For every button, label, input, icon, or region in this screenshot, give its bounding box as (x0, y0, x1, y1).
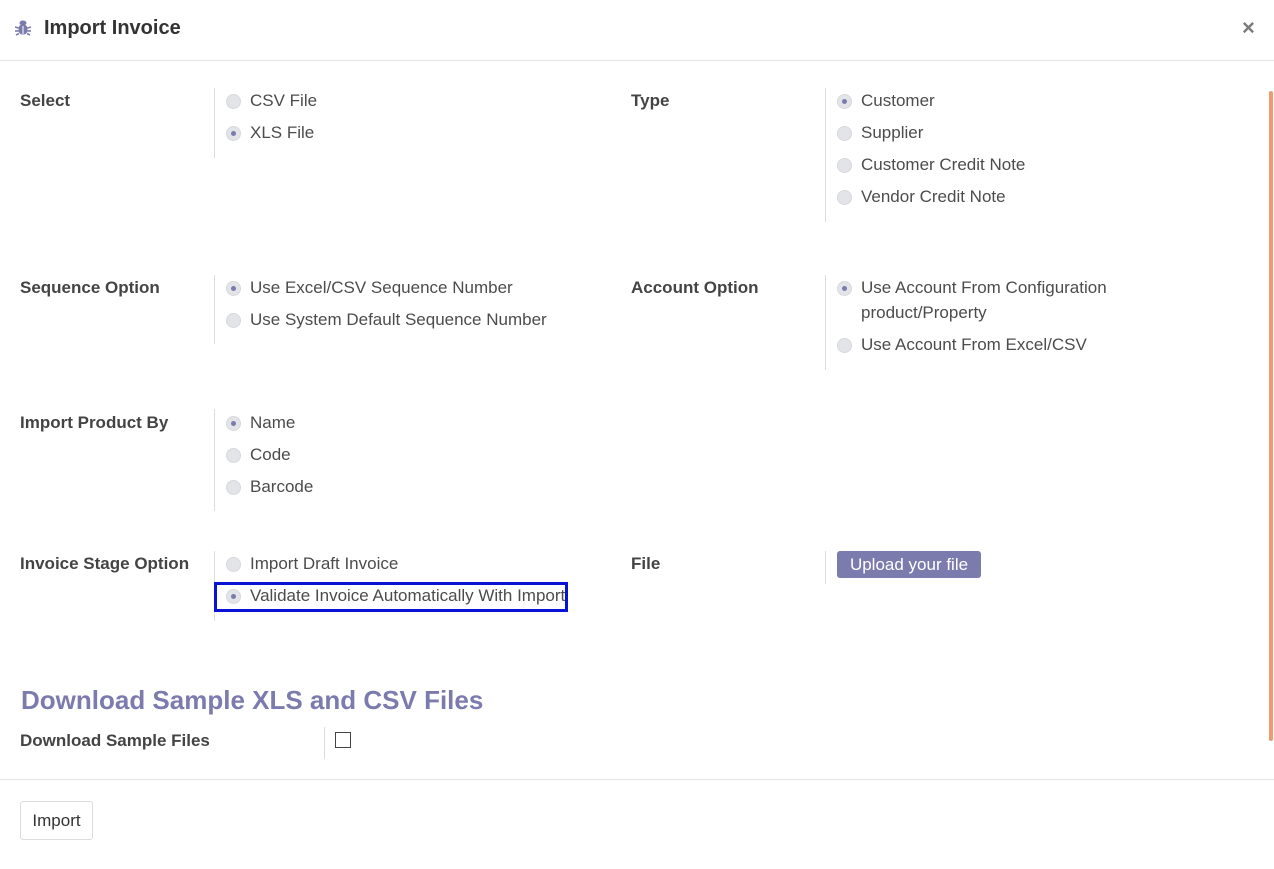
radio-button[interactable] (226, 313, 241, 328)
radio-label: Customer (861, 91, 935, 110)
radio-button-selected[interactable] (226, 416, 241, 431)
radio-label: Use Account From Excel/CSV (861, 335, 1087, 354)
radio-button-selected[interactable] (226, 281, 241, 296)
download-sample-checkbox[interactable] (335, 732, 351, 748)
account-option-label: Account Option (631, 278, 759, 297)
radio-button-selected[interactable] (837, 94, 852, 109)
radio-csv-file[interactable]: CSV File (226, 91, 317, 113)
separator (825, 88, 826, 222)
separator (324, 727, 325, 759)
radio-label: Import Draft Invoice (250, 554, 399, 573)
radio-label: Customer Credit Note (861, 155, 1026, 174)
dialog-title: Import Invoice (44, 17, 181, 39)
download-sample-files-label: Download Sample Files (20, 731, 210, 750)
highlight-box (214, 582, 568, 612)
radio-button-selected[interactable] (226, 126, 241, 141)
radio-supplier[interactable]: Supplier (837, 123, 923, 145)
scrollbar[interactable] (1269, 91, 1273, 741)
radio-label: Barcode (250, 477, 314, 496)
separator (214, 275, 215, 344)
select-label: Select (20, 91, 71, 110)
radio-label: Use System Default Sequence Number (250, 310, 547, 329)
radio-button[interactable] (837, 338, 852, 353)
radio-button[interactable] (226, 557, 241, 572)
import-button[interactable]: Import (20, 801, 93, 840)
radio-button-selected[interactable] (837, 281, 852, 296)
section-title: Download Sample XLS and CSV Files (21, 685, 484, 715)
type-label: Type (631, 91, 670, 110)
separator (825, 551, 826, 584)
separator (214, 409, 215, 511)
sequence-option-label: Sequence Option (20, 278, 160, 297)
radio-button[interactable] (226, 448, 241, 463)
dialog-header: Import Invoice × (0, 0, 1274, 61)
radio-label: Use Excel/CSV Sequence Number (250, 278, 513, 297)
radio-label: CSV File (250, 91, 318, 110)
radio-import-draft[interactable]: Import Draft Invoice (226, 554, 398, 576)
radio-label: Code (250, 445, 291, 464)
radio-label: Use Account From Configuration product/P… (861, 278, 1107, 322)
radio-label: Supplier (861, 123, 924, 142)
radio-label: XLS File (250, 123, 315, 142)
radio-product-barcode[interactable]: Barcode (226, 477, 313, 499)
file-label: File (631, 554, 661, 573)
separator (214, 88, 215, 158)
radio-account-excel[interactable]: Use Account From Excel/CSV (837, 335, 1087, 357)
invoice-stage-option-label: Invoice Stage Option (20, 554, 190, 573)
import-product-by-label: Import Product By (20, 413, 169, 432)
close-icon[interactable]: × (1242, 14, 1255, 42)
radio-button[interactable] (837, 126, 852, 141)
radio-customer-credit-note[interactable]: Customer Credit Note (837, 155, 1025, 177)
radio-label: Name (250, 413, 296, 432)
radio-vendor-credit-note[interactable]: Vendor Credit Note (837, 187, 1006, 209)
upload-file-button[interactable]: Upload your file (837, 551, 981, 578)
footer-divider (0, 779, 1274, 780)
radio-customer[interactable]: Customer (837, 91, 935, 113)
radio-button[interactable] (226, 94, 241, 109)
radio-button[interactable] (226, 480, 241, 495)
radio-label: Vendor Credit Note (861, 187, 1006, 206)
radio-product-code[interactable]: Code (226, 445, 291, 467)
radio-xls-file[interactable]: XLS File (226, 123, 314, 145)
radio-button[interactable] (837, 158, 852, 173)
radio-button[interactable] (837, 190, 852, 205)
bug-icon (14, 20, 32, 36)
radio-excel-sequence[interactable]: Use Excel/CSV Sequence Number (226, 278, 513, 300)
radio-product-name[interactable]: Name (226, 413, 295, 435)
separator (825, 275, 826, 370)
radio-system-sequence[interactable]: Use System Default Sequence Number (226, 310, 547, 332)
radio-account-configuration[interactable]: Use Account From Configuration product/P… (837, 278, 1127, 325)
